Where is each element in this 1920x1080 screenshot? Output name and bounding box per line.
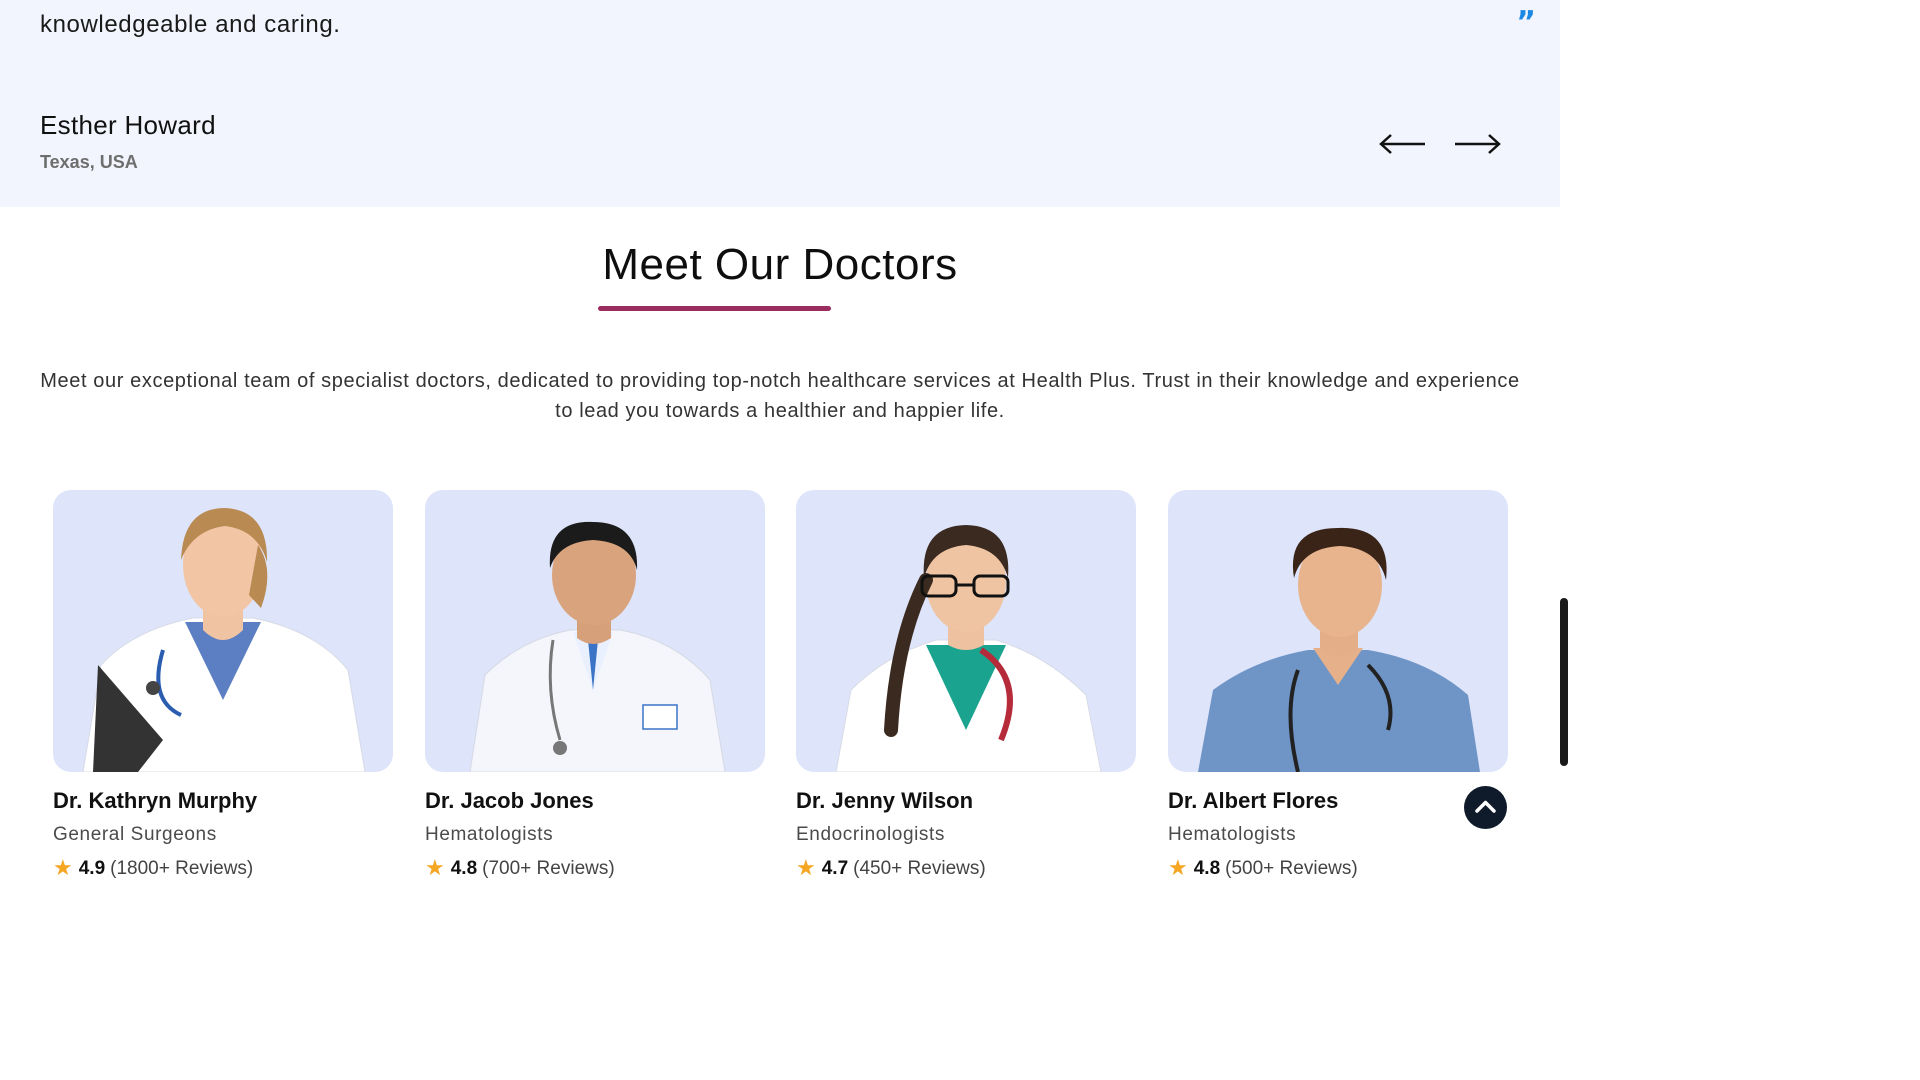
doctor-name[interactable]: Dr. Kathryn Murphy bbox=[53, 788, 257, 814]
doctor-photo bbox=[796, 490, 1136, 772]
doctor-card[interactable]: Dr. Kathryn Murphy General Surgeons ★ 4.… bbox=[53, 490, 393, 881]
doctor-specialty: General Surgeons bbox=[53, 824, 217, 845]
testimonial-author-location: Texas, USA bbox=[40, 152, 138, 172]
rating-review-count: (500+ Reviews) bbox=[1225, 857, 1358, 879]
star-icon: ★ bbox=[53, 856, 73, 881]
doctor-card[interactable]: Dr. Jacob Jones Hematologists ★ 4.8 (700… bbox=[425, 490, 765, 881]
title-underline bbox=[598, 306, 831, 311]
doctor-portrait-image bbox=[835, 525, 1102, 772]
testimonial-section: knowledgeable and caring. ” Esther Howar… bbox=[0, 0, 1560, 207]
doctor-photo bbox=[53, 490, 393, 772]
quote-icon: ” bbox=[1516, 5, 1536, 40]
rating-value: 4.9 bbox=[78, 857, 106, 879]
arrow-right-icon bbox=[1455, 134, 1501, 154]
doctor-rating: ★ 4.8 (500+ Reviews) bbox=[1168, 856, 1358, 881]
doctor-portrait-image bbox=[1198, 527, 1480, 772]
scrollbar-thumb[interactable] bbox=[1560, 598, 1568, 766]
star-icon: ★ bbox=[1168, 856, 1188, 881]
rating-value: 4.8 bbox=[450, 857, 478, 879]
star-icon: ★ bbox=[425, 856, 445, 881]
arrow-left-icon bbox=[1379, 134, 1425, 154]
doctor-card[interactable]: Dr. Jenny Wilson Endocrinologists ★ 4.7 … bbox=[796, 490, 1136, 881]
rating-review-count: (1800+ Reviews) bbox=[110, 857, 254, 879]
chevron-up-icon bbox=[1475, 800, 1496, 813]
doctor-name[interactable]: Dr. Albert Flores bbox=[1168, 788, 1338, 814]
star-icon: ★ bbox=[796, 856, 816, 881]
testimonial-author-name: Esther Howard bbox=[40, 110, 216, 140]
doctor-specialty: Hematologists bbox=[425, 824, 554, 845]
doctor-name[interactable]: Dr. Jacob Jones bbox=[425, 788, 594, 814]
rating-review-count: (450+ Reviews) bbox=[853, 857, 986, 879]
testimonial-prev-button[interactable] bbox=[1378, 128, 1428, 160]
doctor-rating: ★ 4.7 (450+ Reviews) bbox=[796, 856, 986, 881]
rating-value: 4.7 bbox=[821, 857, 849, 879]
doctor-rating: ★ 4.9 (1800+ Reviews) bbox=[53, 856, 253, 881]
testimonial-next-button[interactable] bbox=[1452, 128, 1502, 160]
doctor-card[interactable]: Dr. Albert Flores Hematologists ★ 4.8 (5… bbox=[1168, 490, 1508, 881]
section-title: Meet Our Doctors bbox=[602, 240, 958, 289]
doctor-photo bbox=[1168, 490, 1508, 772]
doctor-portrait-image bbox=[469, 521, 726, 772]
rating-value: 4.8 bbox=[1193, 857, 1221, 879]
doctor-rating: ★ 4.8 (700+ Reviews) bbox=[425, 856, 615, 881]
doctor-specialty: Hematologists bbox=[1168, 824, 1297, 845]
testimonial-quote: knowledgeable and caring. bbox=[40, 11, 341, 38]
doctor-photo bbox=[425, 490, 765, 772]
section-description: Meet our exceptional team of specialist … bbox=[40, 370, 1520, 422]
doctor-specialty: Endocrinologists bbox=[796, 824, 946, 845]
rating-review-count: (700+ Reviews) bbox=[482, 857, 615, 879]
doctor-portrait-image bbox=[82, 508, 366, 772]
back-to-top-button[interactable] bbox=[1464, 786, 1507, 829]
doctor-name[interactable]: Dr. Jenny Wilson bbox=[796, 788, 973, 814]
